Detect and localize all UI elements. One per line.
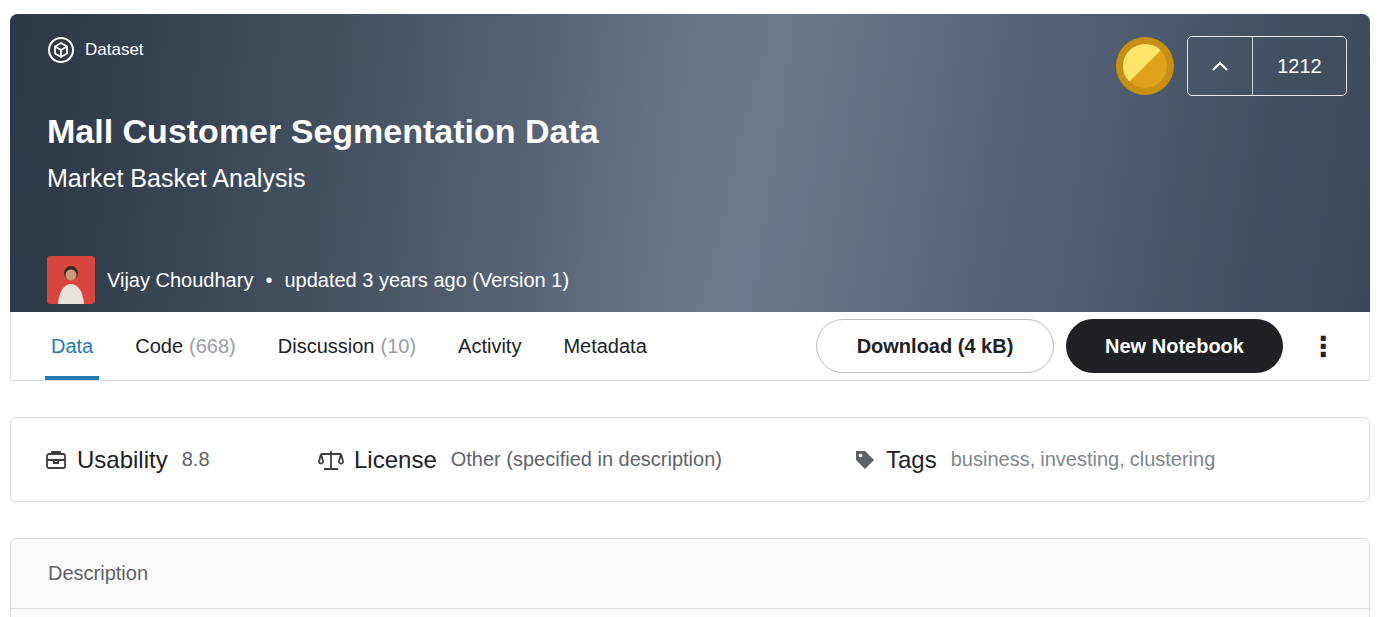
dataset-icon xyxy=(47,36,75,64)
chevron-up-icon[interactable] xyxy=(1210,59,1230,73)
tags-label: Tags xyxy=(886,446,937,474)
tab-label: Code xyxy=(135,335,183,358)
tab[interactable]: Metadata xyxy=(557,312,652,380)
dataset-subtitle: Market Basket Analysis xyxy=(47,162,1347,194)
tab[interactable]: Code (668) xyxy=(129,312,242,380)
tag-separator: , xyxy=(1119,448,1125,470)
dataset-type-label: Dataset xyxy=(47,36,144,64)
dataset-meta-card: Usability 8.8 License Other (specified in d… xyxy=(10,417,1370,502)
updated-text: updated 3 years ago (Version 1) xyxy=(284,269,569,292)
tab-label: Metadata xyxy=(563,335,646,358)
person-icon xyxy=(47,256,95,304)
tab-count: (10) xyxy=(380,335,416,358)
tab-label: Discussion xyxy=(278,335,375,358)
upvote-count: 1212 xyxy=(1253,55,1346,78)
usability-label: Usability xyxy=(77,446,168,474)
tag-list: business,investing,clustering xyxy=(951,448,1216,471)
author-row: Vijay Choudhary • updated 3 years ago (Ver… xyxy=(47,256,1347,304)
header-top-row: Dataset 1212 xyxy=(47,36,1347,96)
usability-icon xyxy=(45,449,67,471)
upvote-box[interactable]: 1212 xyxy=(1187,36,1347,96)
dataset-header: Dataset 1212 Mall Customer Segmentation Da… xyxy=(10,14,1370,312)
license-value: Other (specified in description) xyxy=(451,448,722,471)
medal-icon xyxy=(1115,36,1175,96)
download-button[interactable]: Download (4 kB) xyxy=(816,319,1054,373)
usability-value: 8.8 xyxy=(182,448,210,471)
tab-bar: Data Code (668) Discussion(10) Activity Metad… xyxy=(10,312,1370,381)
actions: Download (4 kB)New Notebook ⋮ xyxy=(816,312,1347,380)
description-title: Description xyxy=(11,539,1369,609)
tag-separator: , xyxy=(1030,448,1036,470)
new-notebook-button[interactable]: New Notebook xyxy=(1066,319,1283,373)
license-item: License Other (specified in description) xyxy=(318,446,854,474)
tag-link[interactable]: business xyxy=(951,448,1030,470)
dataset-type-text: Dataset xyxy=(85,40,144,60)
description-card: Description xyxy=(10,538,1370,617)
tags-item: Tagsbusiness,investing,clustering xyxy=(854,446,1215,474)
meta-separator: • xyxy=(265,269,272,292)
dataset-title: Mall Customer Segmentation Data xyxy=(47,110,1347,152)
tab-count: (668) xyxy=(189,335,236,358)
upvote-button[interactable] xyxy=(1188,37,1253,95)
author-name[interactable]: Vijay Choudhary xyxy=(107,269,253,292)
tab[interactable]: Data xyxy=(45,312,99,380)
tab-label: Data xyxy=(51,335,93,358)
tag-link[interactable]: clustering xyxy=(1130,448,1216,470)
tab[interactable]: Discussion(10) xyxy=(272,312,422,380)
header-badges: 1212 xyxy=(1115,36,1347,96)
author-avatar[interactable] xyxy=(47,256,95,304)
tag-icon xyxy=(854,449,876,471)
tag-link[interactable]: investing xyxy=(1040,448,1119,470)
tab-label: Activity xyxy=(458,335,521,358)
more-menu-button[interactable]: ⋮ xyxy=(1295,330,1347,363)
usability-item: Usability 8.8 xyxy=(45,446,318,474)
tab[interactable]: Activity xyxy=(452,312,527,380)
tabs: Data Code (668) Discussion(10) Activity Metad… xyxy=(45,312,653,380)
scale-icon xyxy=(318,449,344,471)
license-label: License xyxy=(354,446,437,474)
